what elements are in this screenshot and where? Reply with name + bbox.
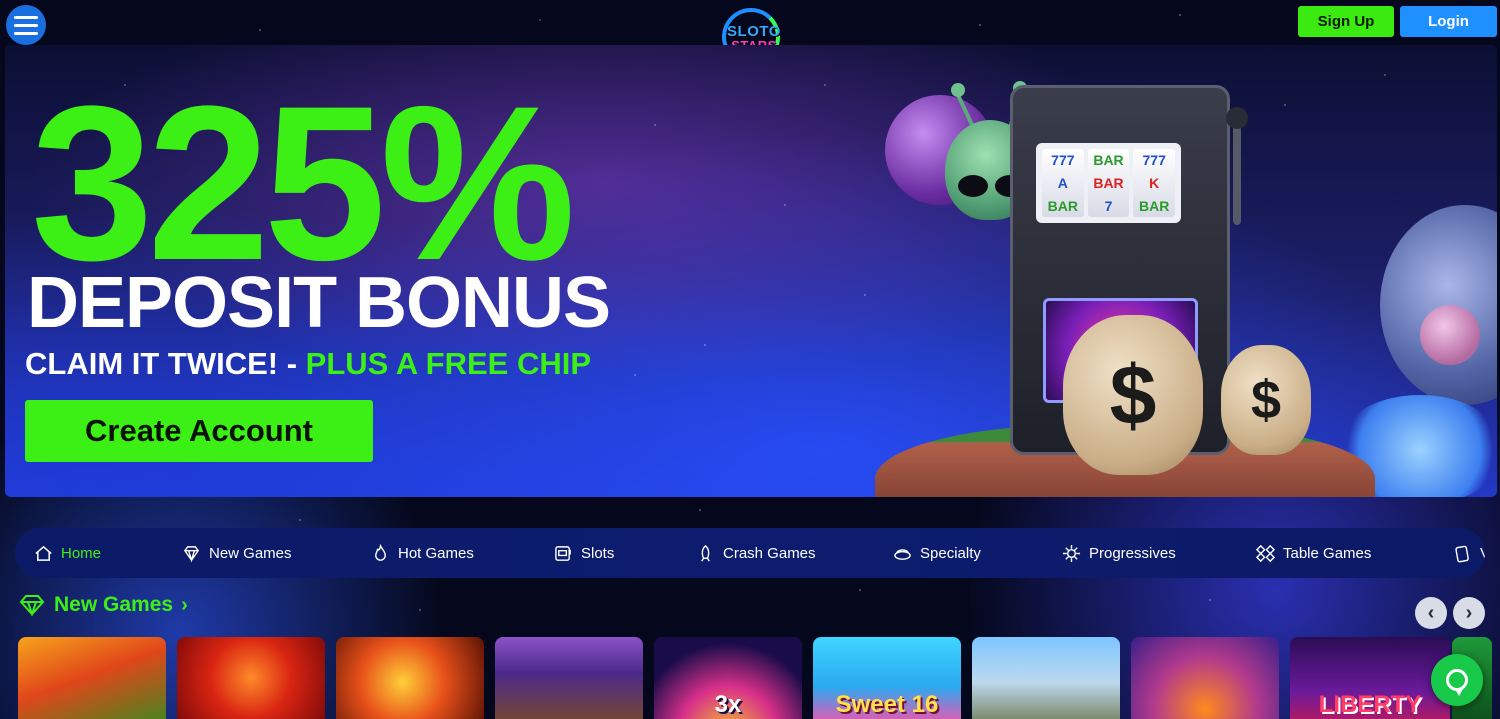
live-chat-button[interactable] — [1431, 654, 1483, 706]
carousel-next-button[interactable]: › — [1453, 597, 1485, 629]
section-title: New Games — [54, 593, 174, 616]
rocket-icon — [695, 543, 715, 563]
hero-illustration: 777 A BAR BAR BAR 7 777 K BAR $ $ — [865, 45, 1497, 497]
chevron-right-icon: › — [181, 593, 188, 616]
hamburger-menu-button[interactable] — [6, 5, 46, 45]
cards-icon — [1255, 543, 1275, 563]
signup-button[interactable]: Sign Up — [1298, 6, 1394, 37]
new-games-section-link[interactable]: New Games › — [18, 593, 188, 617]
game-tile-sweet[interactable]: Sweet 16 — [813, 637, 961, 719]
game-tile-pumpkin[interactable] — [1131, 637, 1279, 719]
diamond-icon — [181, 543, 201, 563]
bonus-claim-text: CLAIM IT TWICE! - PLUS A FREE CHIP — [25, 346, 592, 381]
chat-icon — [1446, 669, 1468, 696]
money-bag-icon: $ — [1221, 345, 1311, 455]
menu-icon — [14, 15, 38, 19]
game-tile-dino[interactable] — [18, 637, 166, 719]
login-button[interactable]: Login — [1400, 6, 1497, 37]
game-tile-oz[interactable] — [972, 637, 1120, 719]
money-bag-icon: $ — [1063, 315, 1203, 475]
hero-banner[interactable]: 777 A BAR BAR BAR 7 777 K BAR $ $ 325% D… — [5, 45, 1497, 497]
pink-planet — [1420, 305, 1480, 365]
bonus-percentage: 325% — [31, 60, 576, 306]
category-nav: Home New Games Hot Games Slots Crash Gam… — [15, 528, 1485, 578]
slot-machine-icon — [553, 543, 573, 563]
game-tile-wheel[interactable]: 3x — [654, 637, 802, 719]
slot-handle — [1233, 115, 1241, 225]
game-tile-liberty[interactable]: LIBERTY — [1290, 637, 1450, 719]
diamond-icon — [19, 595, 45, 616]
carousel-prev-button[interactable]: ‹ — [1415, 597, 1447, 629]
nav-item-progressives[interactable]: Progressives — [1061, 528, 1176, 578]
create-account-button[interactable]: Create Account — [25, 400, 373, 462]
nav-item-hot-games[interactable]: Hot Games — [370, 528, 474, 578]
progressive-icon — [1061, 543, 1081, 563]
nav-item-new-games[interactable]: New Games — [181, 528, 292, 578]
game-tile-devil[interactable] — [177, 637, 325, 719]
game-tile-fire-bull[interactable] — [336, 637, 484, 719]
home-icon — [33, 543, 53, 563]
blue-planet — [1380, 205, 1497, 405]
nav-item-video-poker[interactable]: V — [1452, 528, 1485, 578]
nav-item-table-games[interactable]: Table Games — [1255, 528, 1371, 578]
bonus-subheadline: DEPOSIT BONUS — [27, 263, 611, 343]
nav-item-home[interactable]: Home — [33, 528, 101, 578]
nav-item-crash-games[interactable]: Crash Games — [695, 528, 816, 578]
game-tile-buffalo[interactable] — [495, 637, 643, 719]
slot-reels: 777 A BAR BAR BAR 7 777 K BAR — [1036, 143, 1181, 223]
specialty-icon — [892, 543, 912, 563]
flame-icon — [370, 543, 390, 563]
nav-item-specialty[interactable]: Specialty — [892, 528, 981, 578]
video-poker-icon — [1452, 543, 1472, 563]
nav-item-slots[interactable]: Slots — [553, 528, 614, 578]
